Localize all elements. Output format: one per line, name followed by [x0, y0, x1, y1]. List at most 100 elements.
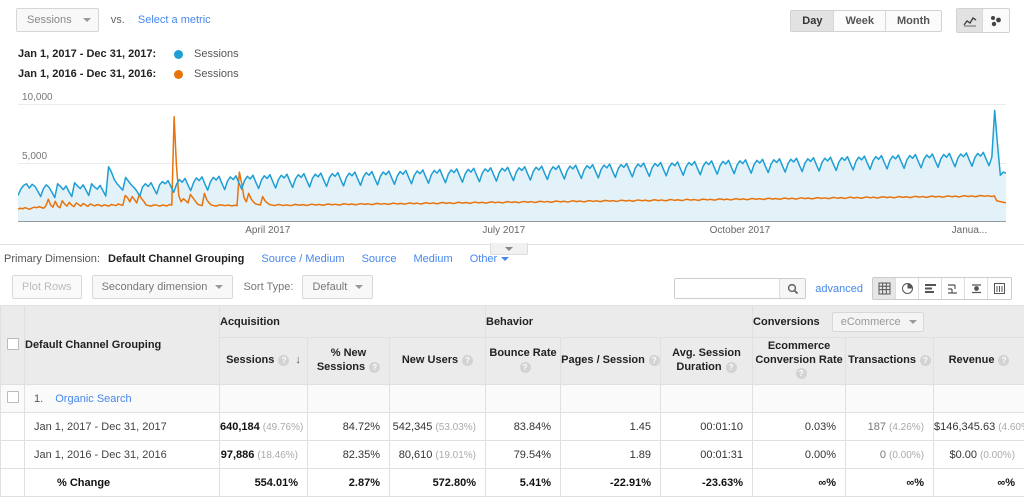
row-link-organic-search[interactable]: Organic Search [55, 393, 131, 405]
x-label-october: October 2017 [710, 225, 771, 236]
dimension-header[interactable]: Default Channel Grouping [25, 306, 220, 385]
scatter-chart-icon[interactable] [983, 9, 1009, 32]
advanced-link[interactable]: advanced [815, 283, 863, 295]
row-checkbox[interactable] [7, 391, 19, 403]
group-header-acquisition: Acquisition [220, 306, 486, 338]
table-view-icon[interactable] [873, 278, 896, 299]
group-header-conversions: Conversions eCommerce [753, 306, 1024, 338]
cell-new-users: 80,610(19.01%) [390, 441, 486, 469]
granularity-day[interactable]: Day [791, 11, 834, 31]
col-pct-new-sessions-label: % New Sessions [317, 347, 366, 373]
cell-pct: (53.03%) [435, 422, 476, 433]
chart-type-toggle [956, 8, 1010, 33]
legend-swatch-current [174, 50, 183, 59]
cell-pct: (0.00%) [980, 450, 1015, 461]
col-avg-session-duration[interactable]: Avg. Session Duration? [661, 338, 753, 385]
chart-x-labels: April 2017 July 2017 October 2017 Janua.… [18, 222, 1006, 242]
pie-view-icon[interactable] [896, 278, 919, 299]
col-new-users[interactable]: New Users? [390, 338, 486, 385]
cell-ecommerce-conversion-rate: 0.03% [753, 413, 846, 441]
granularity-week[interactable]: Week [834, 11, 886, 31]
row-spacer-cell [220, 385, 308, 413]
sort-type-button[interactable]: Default [302, 275, 373, 299]
help-icon[interactable]: ? [998, 355, 1009, 366]
ecommerce-select[interactable]: eCommerce [832, 312, 924, 332]
row-spacer-cell [753, 385, 846, 413]
primary-dimension-source-medium[interactable]: Source / Medium [261, 253, 344, 265]
secondary-dimension-label: Secondary dimension [102, 281, 208, 293]
col-pct-new-sessions[interactable]: % New Sessions? [308, 338, 390, 385]
help-icon[interactable]: ? [726, 362, 737, 373]
plot-rows-button[interactable]: Plot Rows [12, 275, 82, 299]
row-spacer-cell [308, 385, 390, 413]
cell-new-users: 542,345(53.03%) [390, 413, 486, 441]
bar-view-icon[interactable] [919, 278, 942, 299]
cell-revenue: $146,345.63(4.60%) [934, 413, 1024, 441]
granularity-toggle: Day Week Month [790, 10, 942, 32]
cell-value: $0.00 [949, 449, 977, 461]
select-all-checkbox[interactable] [7, 338, 19, 350]
col-revenue[interactable]: Revenue? [934, 338, 1024, 385]
sessions-timeseries-chart[interactable]: 10,000 5,000 [18, 92, 1006, 222]
help-icon[interactable]: ? [278, 355, 289, 366]
col-bounce-rate-label: Bounce Rate [489, 347, 556, 359]
help-icon[interactable]: ? [520, 362, 531, 373]
vs-label: vs. [111, 14, 125, 26]
primary-dimension-other-label: Other [470, 253, 498, 265]
cell-value: 97,886 [221, 449, 255, 461]
cell-bounce-rate: 83.84% [486, 413, 561, 441]
legend-row-compare: Jan 1, 2016 - Dec 31, 2016: Sessions [18, 64, 1024, 84]
pivot-view-icon[interactable] [965, 278, 988, 299]
metric-select[interactable]: Sessions [16, 8, 99, 32]
granularity-month[interactable]: Month [886, 11, 941, 31]
search-input[interactable] [675, 279, 779, 298]
row-select-cell [1, 441, 25, 469]
select-a-metric-link[interactable]: Select a metric [138, 14, 211, 26]
primary-dimension-active[interactable]: Default Channel Grouping [108, 253, 244, 265]
legend-date-current: Jan 1, 2017 - Dec 31, 2017: [18, 44, 170, 64]
row-spacer-cell [486, 385, 561, 413]
col-pages-session[interactable]: Pages / Session? [561, 338, 661, 385]
search-box[interactable] [674, 278, 806, 299]
cell-pct: (19.01%) [435, 450, 476, 461]
cell-bounce-rate: 79.54% [486, 441, 561, 469]
row-change-label: % Change [25, 469, 220, 497]
col-revenue-label: Revenue [949, 354, 995, 366]
help-icon[interactable]: ? [920, 355, 931, 366]
col-transactions[interactable]: Transactions? [846, 338, 934, 385]
table-toolbar-right: advanced [674, 277, 1012, 300]
help-icon[interactable]: ? [462, 355, 473, 366]
acquisition-report-table: Default Channel Grouping Acquisition Beh… [0, 305, 1024, 497]
primary-dimension-source[interactable]: Source [362, 253, 397, 265]
row-index: 1. [34, 393, 43, 405]
cell-value: 80,610 [399, 449, 433, 461]
col-ecommerce-conversion-rate[interactable]: Ecommerce Conversion Rate? [753, 338, 846, 385]
col-ecommerce-conversion-rate-label: Ecommerce Conversion Rate [755, 340, 842, 366]
cell-change-pages-session: -22.91% [561, 469, 661, 497]
cell-value: 187 [868, 421, 886, 433]
help-icon[interactable]: ? [369, 362, 380, 373]
primary-dimension-other[interactable]: Other [470, 253, 510, 265]
secondary-dimension-button[interactable]: Secondary dimension [92, 275, 234, 299]
comparison-view-icon[interactable] [942, 278, 965, 299]
primary-dimension-medium[interactable]: Medium [414, 253, 453, 265]
cell-sessions: 97,886(18.46%) [220, 441, 308, 469]
table-body: 1. Organic Search Jan 1, 2017 - Dec 31, … [1, 385, 1024, 497]
col-bounce-rate[interactable]: Bounce Rate? [486, 338, 561, 385]
metric-select-value: Sessions [27, 14, 72, 26]
group-header-conversions-label: Conversions [753, 315, 820, 327]
line-chart-icon[interactable] [957, 9, 983, 32]
cell-pct: (49.76%) [263, 422, 304, 433]
sort-desc-icon: ↓ [295, 354, 301, 368]
cell-value: $146,345.63 [934, 421, 995, 433]
search-icon[interactable] [779, 279, 805, 298]
table-row: Jan 1, 2017 - Dec 31, 2017 640,184(49.76… [1, 413, 1024, 441]
col-pages-session-label: Pages / Session [561, 354, 645, 366]
performance-view-icon[interactable] [988, 278, 1011, 299]
col-sessions[interactable]: Sessions?↓ [220, 338, 308, 385]
help-icon[interactable]: ? [796, 368, 807, 379]
chevron-down-icon [83, 18, 91, 22]
row-spacer-cell [661, 385, 753, 413]
help-icon[interactable]: ? [649, 355, 660, 366]
cell-ecommerce-conversion-rate: 0.00% [753, 441, 846, 469]
